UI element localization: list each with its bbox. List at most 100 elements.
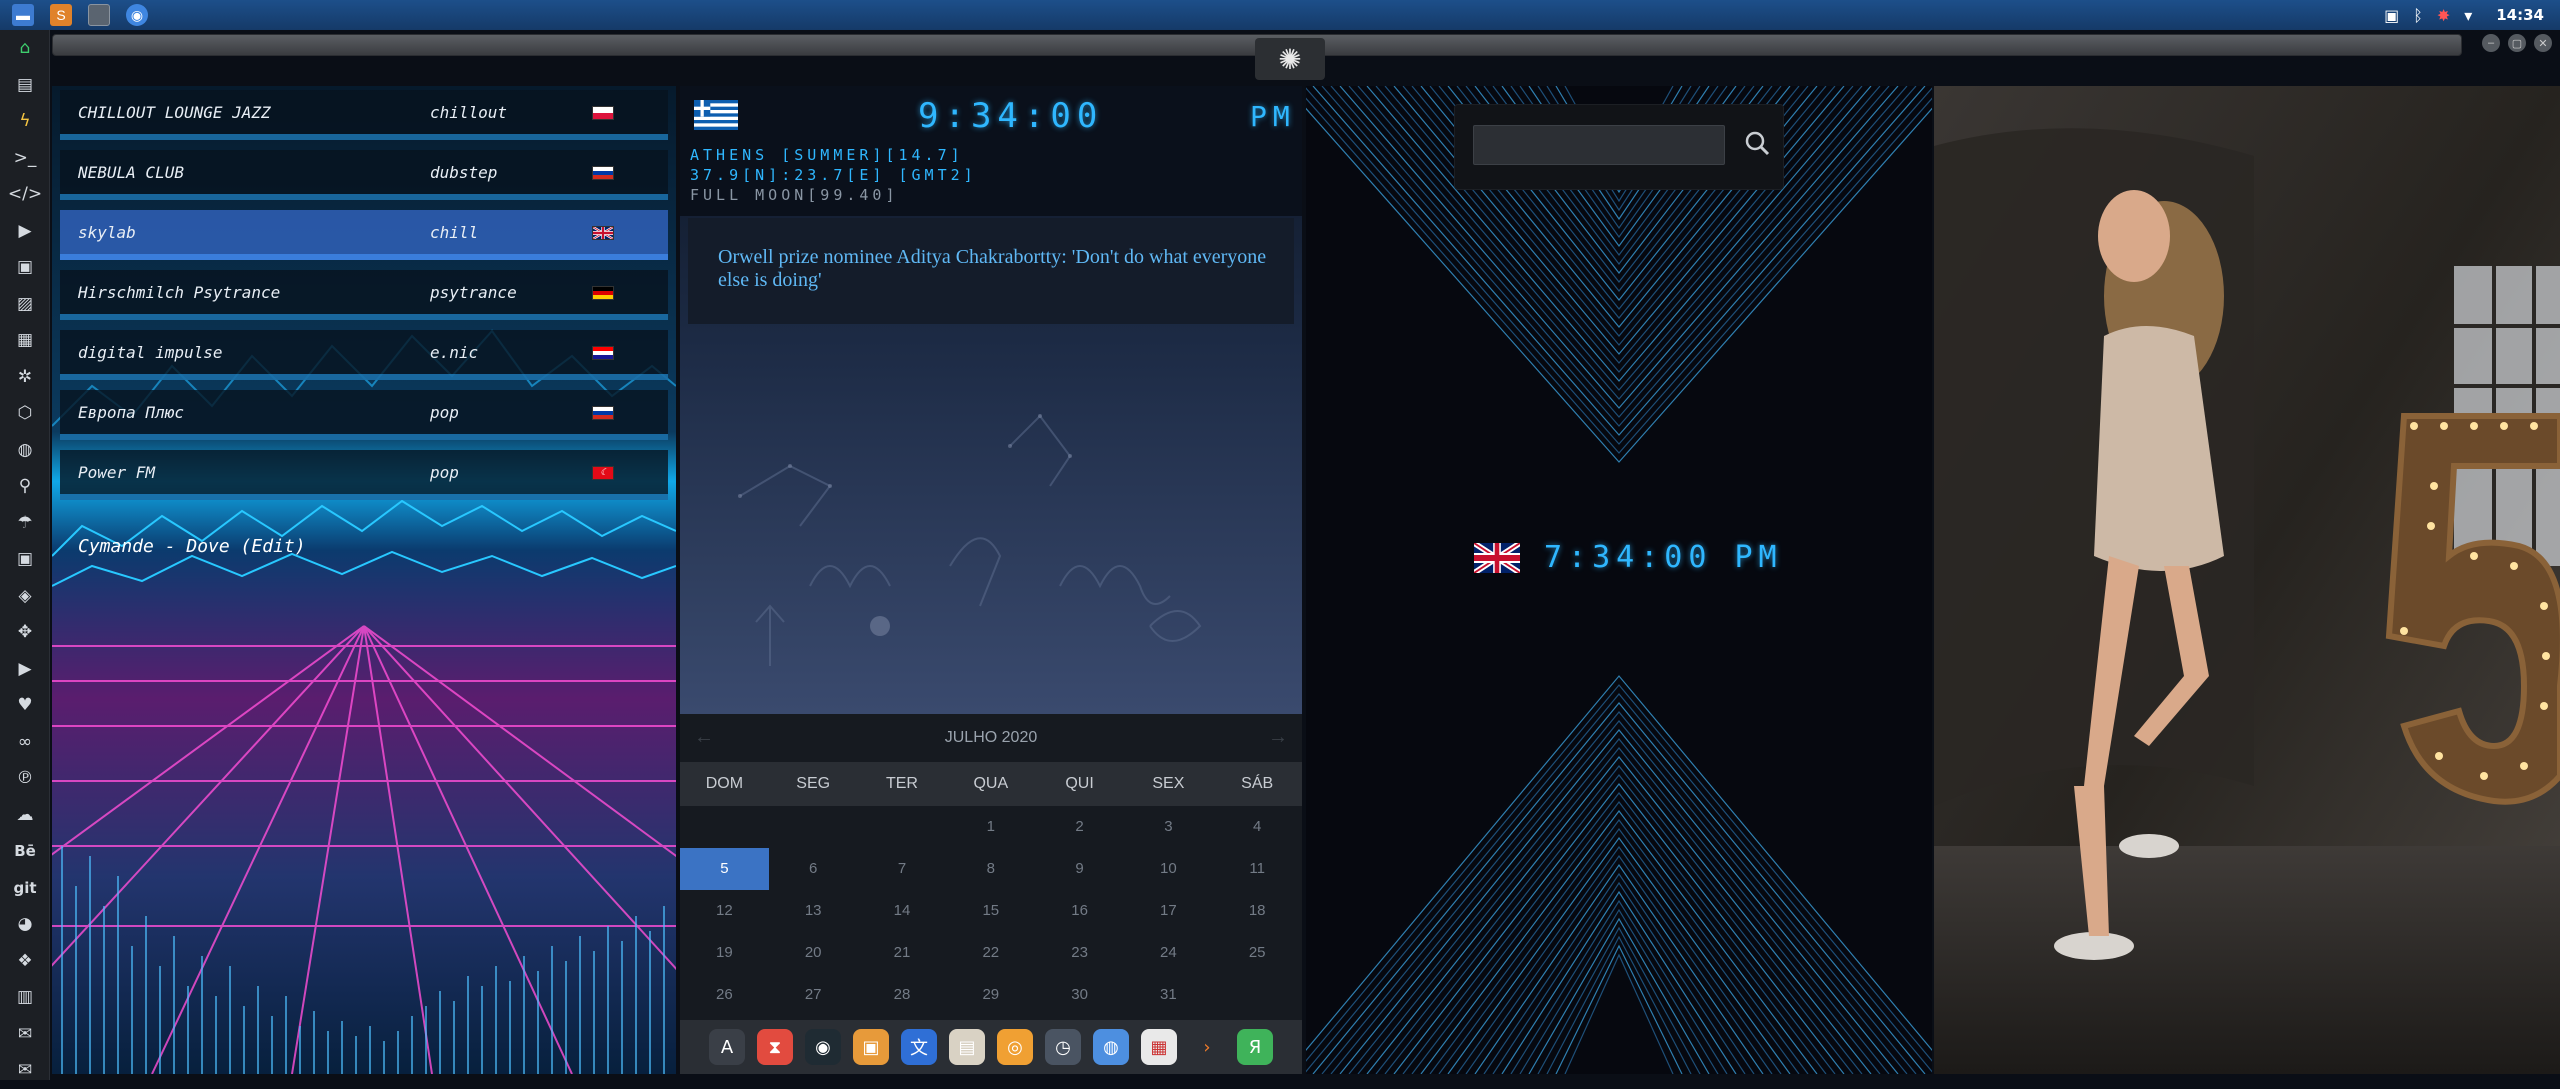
calendar-day[interactable]: 25	[1213, 932, 1302, 974]
globe-icon[interactable]: ◍	[0, 432, 50, 469]
minimize-icon[interactable]: –	[2482, 34, 2500, 52]
calendar-day[interactable]: 16	[1035, 890, 1124, 932]
rebel-alliance-logo-icon[interactable]: ✺	[1255, 38, 1325, 80]
calendar-day[interactable]: 27	[769, 974, 858, 1016]
envelope-icon[interactable]: ✉	[0, 1052, 50, 1089]
calendar-day[interactable]: 1	[946, 806, 1035, 848]
behance-icon[interactable]: Bē	[0, 833, 50, 870]
calendar-day[interactable]: 21	[858, 932, 947, 974]
mail-icon[interactable]: ✉	[0, 1016, 50, 1053]
photos-icon[interactable]: ▣	[853, 1029, 889, 1065]
calendar-day[interactable]: 17	[1124, 890, 1213, 932]
calendar-day[interactable]: 23	[1035, 932, 1124, 974]
calendar-day[interactable]: 24	[1124, 932, 1213, 974]
prev-month-icon[interactable]: ←	[694, 726, 714, 749]
calendar-day[interactable]: 4	[1213, 806, 1302, 848]
notes-icon[interactable]: ▤	[949, 1029, 985, 1065]
calendar-day[interactable]: 12	[680, 890, 769, 932]
calendar-day[interactable]: 13	[769, 890, 858, 932]
pinterest-icon[interactable]: ℗	[0, 760, 50, 797]
contact-icon[interactable]: ▣	[0, 541, 50, 578]
calendar-day[interactable]: 29	[946, 974, 1035, 1016]
calendar-day[interactable]: 26	[680, 974, 769, 1016]
settings-gear-icon[interactable]: ✲	[0, 359, 50, 396]
calendar-day[interactable]: 20	[769, 932, 858, 974]
globe-app-icon[interactable]: ◍	[1093, 1029, 1129, 1065]
arrow-app-icon[interactable]: ›	[1189, 1029, 1225, 1065]
calendar-day[interactable]: 6	[769, 848, 858, 890]
calendar-day[interactable]: 10	[1124, 848, 1213, 890]
calendar-day[interactable]: 2	[1035, 806, 1124, 848]
umbrella-icon[interactable]: ☂	[0, 505, 50, 542]
tag-icon[interactable]: ◈	[0, 578, 50, 615]
files-app-icon[interactable]: ▬	[12, 4, 34, 26]
youtube-icon[interactable]: ▶	[0, 651, 50, 688]
cloud-icon[interactable]: ☁	[0, 797, 50, 834]
sublime-text-icon[interactable]: S	[50, 4, 72, 26]
station-item-selected[interactable]: skylab chill	[60, 210, 668, 260]
calendar-day[interactable]: 9	[1035, 848, 1124, 890]
calendar-day[interactable]: 11	[1213, 848, 1302, 890]
image-icon[interactable]: ▨	[0, 286, 50, 323]
calendar-day[interactable]: 22	[946, 932, 1035, 974]
station-item[interactable]: Power FM pop ☾	[60, 450, 668, 500]
maximize-icon[interactable]: ▢	[2508, 34, 2526, 52]
calendar-day[interactable]: 19	[680, 932, 769, 974]
expand-icon[interactable]: ✥	[0, 614, 50, 651]
window-switcher-icon[interactable]	[88, 4, 110, 26]
tray-clock[interactable]: 14:34	[2496, 6, 2544, 24]
calendar-day[interactable]: 30	[1035, 974, 1124, 1016]
calendar-day[interactable]: 8	[946, 848, 1035, 890]
next-month-icon[interactable]: →	[1268, 726, 1288, 749]
calendar-day[interactable]: 14	[858, 890, 947, 932]
app-dock: A ⧗ ◉ ▣ 文 ▤ ◎ ◷ ◍ ▦ › Я	[680, 1020, 1302, 1074]
calendar-app-icon[interactable]: ▦	[1141, 1029, 1177, 1065]
calendar-day[interactable]: 7	[858, 848, 947, 890]
station-name: Европа Плюс	[78, 402, 184, 422]
window-controls: – ▢ ✕	[2482, 34, 2552, 52]
calendar-day[interactable]: 28	[858, 974, 947, 1016]
calendar-day[interactable]: 18	[1213, 890, 1302, 932]
network-icon[interactable]: ▾	[2464, 6, 2472, 25]
document-icon[interactable]: ▤	[0, 67, 50, 104]
calendar-day[interactable]: 31	[1124, 974, 1213, 1016]
news-headline[interactable]: Orwell prize nominee Aditya Chakrabortty…	[718, 246, 1298, 292]
terminal-icon[interactable]: >_	[0, 140, 50, 177]
clock-app-icon[interactable]: ◷	[1045, 1029, 1081, 1065]
bolt-icon[interactable]: ϟ	[0, 103, 50, 140]
hexagon-icon[interactable]: ⬡	[0, 395, 50, 432]
play-icon[interactable]: ▶	[0, 213, 50, 250]
bluetooth-icon[interactable]: ᛒ	[2413, 6, 2423, 25]
chrome-browser-icon[interactable]: ◉	[126, 4, 148, 26]
git-icon[interactable]: git	[0, 870, 50, 907]
calendar-day[interactable]: 15	[946, 890, 1035, 932]
screenshot-icon[interactable]: ▣	[2384, 6, 2399, 25]
news-icon[interactable]: ▦	[0, 322, 50, 359]
search-icon[interactable]: ⚲	[0, 468, 50, 505]
station-item[interactable]: NEBULA CLUB dubstep	[60, 150, 668, 200]
search-app-icon[interactable]: ◎	[997, 1029, 1033, 1065]
search-icon[interactable]	[1737, 123, 1777, 163]
station-item[interactable]: Европа Плюс pop	[60, 390, 668, 440]
code-icon[interactable]: </>	[0, 176, 50, 213]
lastfm-icon[interactable]: ∞	[0, 724, 50, 761]
search-input[interactable]	[1473, 125, 1725, 165]
hourglass-icon[interactable]: ⧗	[757, 1029, 793, 1065]
alert-icon[interactable]: ✸	[2437, 6, 2450, 25]
yandex-icon[interactable]: Я	[1237, 1029, 1273, 1065]
home-icon[interactable]: ⌂	[0, 30, 50, 67]
heart-icon[interactable]: ♥	[0, 687, 50, 724]
orb-icon[interactable]: ◉	[805, 1029, 841, 1065]
calendar-day[interactable]: 3	[1124, 806, 1213, 848]
map-icon[interactable]: ▥	[0, 979, 50, 1016]
github-icon[interactable]: ◕	[0, 906, 50, 943]
station-item[interactable]: digital impulse e.nic	[60, 330, 668, 380]
media-icon[interactable]: ▣	[0, 249, 50, 286]
close-icon[interactable]: ✕	[2534, 34, 2552, 52]
dropbox-icon[interactable]: ❖	[0, 943, 50, 980]
app-a-icon[interactable]: A	[709, 1029, 745, 1065]
translate-icon[interactable]: 文	[901, 1029, 937, 1065]
station-item[interactable]: Hirschmilch Psytrance psytrance	[60, 270, 668, 320]
station-item[interactable]: CHILLOUT LOUNGE JAZZ chillout	[60, 90, 668, 140]
calendar-day-today[interactable]: 5	[680, 848, 769, 890]
